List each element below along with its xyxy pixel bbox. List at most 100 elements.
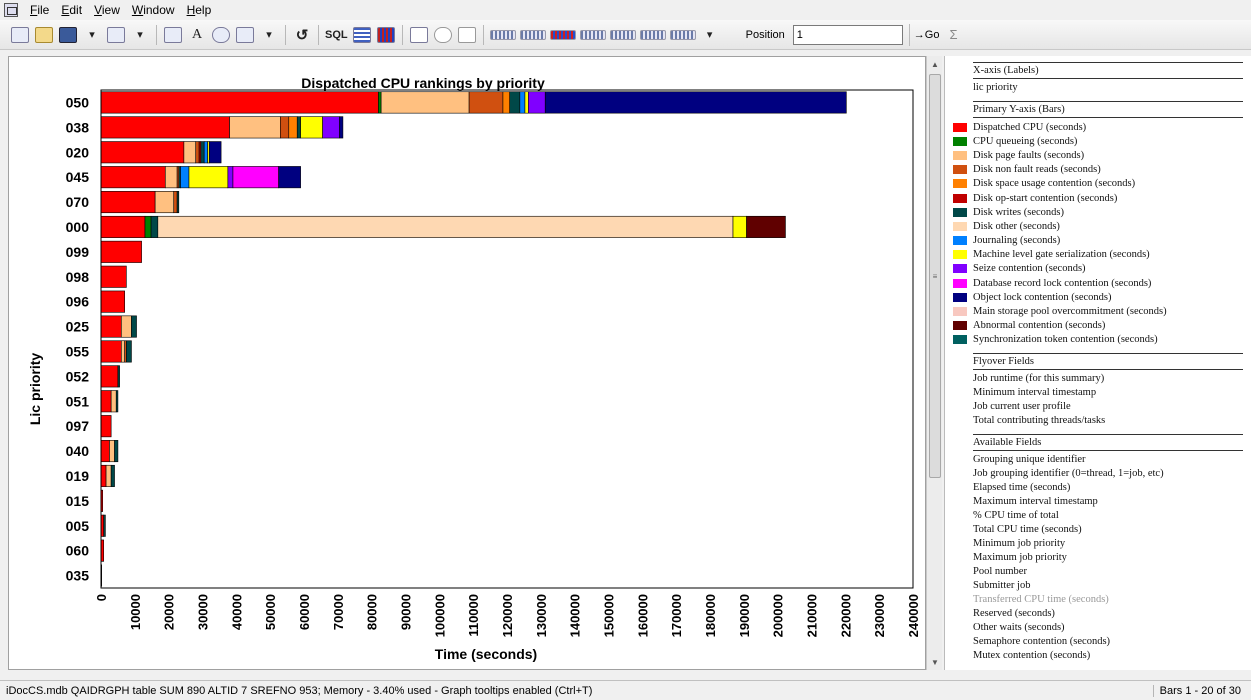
bar-segment-099-0[interactable] [100,240,142,263]
bar-segment-051-0[interactable] [100,390,112,413]
bar-segment-045-10[interactable] [227,166,234,189]
position-input[interactable] [792,24,903,45]
bar-style-dropdown-icon[interactable]: ▾ [700,24,720,46]
bar-segment-055-2[interactable] [121,340,125,363]
bar-segment-040-2[interactable] [109,440,115,463]
legend-item[interactable]: Disk writes (seconds) [945,205,1251,219]
bar-segment-000-14[interactable] [746,215,786,238]
menu-window[interactable]: Window [126,3,181,17]
query-dropdown-icon[interactable]: ▾ [259,24,279,46]
bar-segment-070-2[interactable] [154,191,175,214]
bar-segment-040-6[interactable] [114,440,119,463]
field-item[interactable]: Minimum interval timestamp [973,386,1251,400]
table-view-icon[interactable] [352,24,372,46]
query-icon[interactable] [10,24,30,46]
bar-segment-038-4[interactable] [288,116,298,139]
bar-segment-050-9[interactable] [524,91,529,114]
field-item[interactable]: Maximum interval timestamp [973,495,1251,509]
bar-segment-025-0[interactable] [100,315,122,338]
clock-icon[interactable] [433,24,453,46]
bar-segment-050-8[interactable] [519,91,526,114]
bar-segment-070-6[interactable] [176,191,180,214]
bar-segment-005-6[interactable] [103,514,106,537]
legend-item[interactable]: Disk op-start contention (seconds) [945,191,1251,205]
export-dropdown-icon[interactable]: ▾ [130,24,150,46]
field-item[interactable]: Total CPU time (seconds) [973,523,1251,537]
bar-segment-020-12[interactable] [208,141,222,164]
legend-item[interactable]: Disk other (seconds) [945,219,1251,233]
bar-segment-050-6[interactable] [509,91,521,114]
field-item[interactable]: Maximum job priority [973,551,1251,565]
scroll-thumb[interactable]: ≡ [929,74,941,478]
bar-graph-icon[interactable] [376,24,396,46]
bar-segment-020-6[interactable] [200,141,205,164]
legend-item[interactable]: CPU queueing (seconds) [945,134,1251,148]
bar-segment-038-9[interactable] [300,116,323,139]
bar-segment-000-9[interactable] [732,215,747,238]
bar-segment-045-12[interactable] [278,166,301,189]
bar-segment-045-9[interactable] [188,166,229,189]
bar-style-5-icon[interactable] [609,24,636,46]
bar-style-7-icon[interactable] [669,24,696,46]
bar-segment-040-0[interactable] [100,440,110,463]
bar-segment-020-8[interactable] [203,141,208,164]
bar-segment-051-2[interactable] [110,390,117,413]
bar-style-1-icon[interactable] [489,24,516,46]
bar-segment-055-0[interactable] [100,340,122,363]
bar-segment-050-4[interactable] [502,91,511,114]
open-folder-icon[interactable] [34,24,54,46]
bar-segment-038-3[interactable] [280,116,290,139]
bar-segment-050-10[interactable] [528,91,546,114]
field-item[interactable]: Pool number [973,565,1251,579]
bar-segment-052-6[interactable] [117,365,120,388]
save-icon[interactable] [58,24,78,46]
bar-segment-070-0[interactable] [100,191,156,214]
bar-segment-038-2[interactable] [229,116,281,139]
menu-file[interactable]: File [24,3,55,17]
export-icon[interactable] [106,24,126,46]
bar-segment-020-2[interactable] [183,141,197,164]
sql-button[interactable]: SQL [325,24,348,46]
menu-edit[interactable]: Edit [55,3,88,17]
legend-item[interactable]: Machine level gate serialization (second… [945,248,1251,262]
field-item[interactable]: Transferred CPU time (seconds) [973,593,1251,607]
bar-segment-019-6[interactable] [110,464,115,487]
bar-segment-025-2[interactable] [121,315,132,338]
field-item[interactable]: Total contributing threads/tasks [973,414,1251,428]
sigma-icon[interactable]: Σ [949,27,957,42]
bar-segment-050-1[interactable] [378,91,382,114]
bar-segment-000-6[interactable] [150,215,159,238]
line-graph-icon[interactable] [409,24,429,46]
field-item[interactable]: Other waits (seconds) [973,621,1251,635]
bar-segment-045-0[interactable] [100,166,166,189]
legend-item[interactable]: Seize contention (seconds) [945,262,1251,276]
bar-segment-000-0[interactable] [100,215,146,238]
field-item[interactable]: Job runtime (for this summary) [973,372,1251,386]
save-dropdown-icon[interactable]: ▾ [82,24,102,46]
bar-style-3-icon[interactable] [549,24,576,46]
bar-segment-050-0[interactable] [100,91,379,114]
bar-segment-045-2[interactable] [164,166,178,189]
legend-item[interactable]: Main storage pool overcommitment (second… [945,304,1251,318]
scroll-down-icon[interactable]: ▼ [927,654,943,670]
scroll-up-icon[interactable]: ▲ [927,56,943,72]
menu-help[interactable]: Help [181,3,218,17]
bar-segment-096-0[interactable] [100,290,125,313]
bar-segment-000-7[interactable] [157,215,734,238]
field-item[interactable]: Semaphore contention (seconds) [973,635,1251,649]
info-icon[interactable] [457,24,477,46]
bar-segment-098-0[interactable] [100,265,127,288]
field-item[interactable]: Job current user profile [973,400,1251,414]
bar-segment-000-1[interactable] [144,215,152,238]
legend-item[interactable]: Dispatched CPU (seconds) [945,120,1251,134]
app-icon[interactable] [4,3,18,17]
legend-item[interactable]: Disk space usage contention (seconds) [945,177,1251,191]
field-item[interactable]: Reserved (seconds) [973,607,1251,621]
bar-segment-070-3[interactable] [173,191,178,214]
bar-segment-025-6[interactable] [131,315,137,338]
refresh-icon[interactable]: ↺ [292,24,312,46]
copy-icon[interactable] [163,24,183,46]
bar-segment-045-11[interactable] [232,166,279,189]
bar-segment-050-3[interactable] [468,91,504,114]
legend-item[interactable]: Object lock contention (seconds) [945,290,1251,304]
